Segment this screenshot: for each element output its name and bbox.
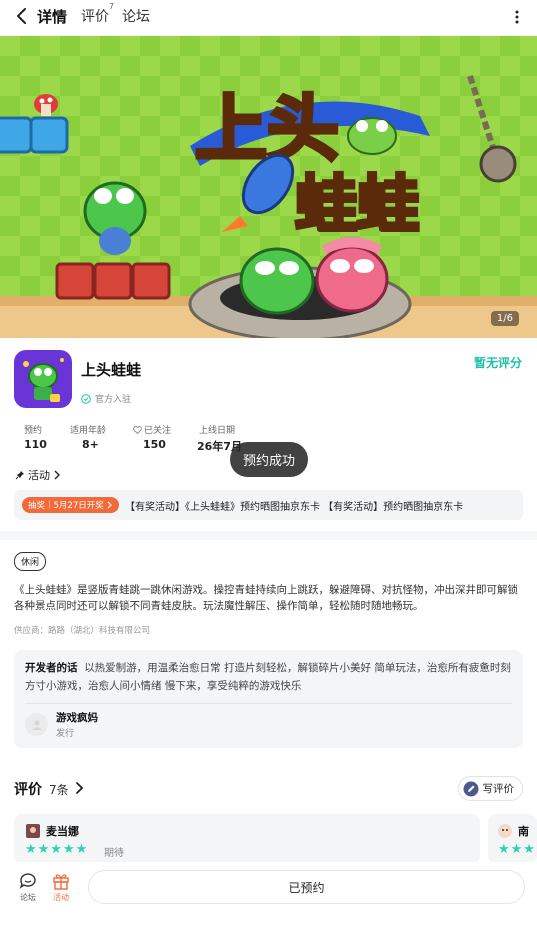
stat-label-followers-group: 已关注 <box>133 423 171 436</box>
top-nav: 详情 评价 7 论坛 <box>0 0 537 34</box>
activity-banner[interactable]: 抽奖｜5月27日开奖 【有奖活动】《上头蛙蛙》预约晒图抽京东卡 【有奖活动】预约… <box>14 490 523 520</box>
developer-avatar[interactable] <box>25 713 48 736</box>
banner-artwork: 上头 蛙蛙 <box>0 36 537 338</box>
official-label: 官方入驻 <box>95 395 132 405</box>
chevron-right-icon[interactable] <box>74 780 86 796</box>
app-icon <box>14 350 72 408</box>
supplier-info: 供应商：路路（湖北）科技有限公司 <box>14 626 151 636</box>
activity-header[interactable]: 活动 <box>15 467 61 483</box>
more-options-icon[interactable] <box>509 8 525 26</box>
app-name: 上头蛙蛙 <box>81 361 142 379</box>
tab-details[interactable]: 详情 <box>37 6 68 27</box>
review-card[interactable]: 南 ★★★ <box>488 814 537 864</box>
write-review-button[interactable]: 写评价 <box>458 776 523 801</box>
developer-words-label: 开发者的话 <box>25 662 78 674</box>
reserved-button[interactable]: 已预约 <box>88 870 525 904</box>
stat-value-reserve: 110 <box>24 438 47 451</box>
stat-label-launch: 上线日期 <box>199 426 236 436</box>
banner-page-indicator: 1/6 <box>490 311 519 326</box>
section-divider <box>0 531 537 540</box>
review-stars: ★★★ <box>498 842 536 857</box>
stat-label-age: 适用年龄 <box>70 426 107 436</box>
avatar-icon <box>31 720 42 730</box>
game-detail-page: 详情 评价 7 论坛 上头 蛙蛙 1/6 上头蛙蛙 官方入驻 暂无评分 预约 1… <box>0 0 537 926</box>
developer-words-card: 开发者的话 以热爱制游，用温柔治愈日常 打造片刻轻松，解锁碎片小美好 简单玩法，… <box>14 650 523 748</box>
tab-reviews[interactable]: 评价 7 <box>81 2 114 26</box>
activity-title: 活动 <box>28 469 50 482</box>
review-stars: ★★★★★ <box>25 842 89 857</box>
reviews-title: 评价 <box>14 782 42 798</box>
game-description: 《上头蛙蛙》是竖版青蛙跳一跳休闲游戏。操控青蛙持续向上跳跃，躲避障碍、对抗怪物，… <box>14 584 518 612</box>
banner-carousel[interactable]: 上头 蛙蛙 1/6 <box>0 36 537 338</box>
review-card[interactable]: 麦当娜 ★★★★★ 期待 <box>14 814 480 864</box>
stat-label-followers: 已关注 <box>144 426 172 436</box>
reviewer-avatar <box>26 824 40 838</box>
bottom-action-bar: 论坛 活动 已预约 <box>0 862 537 926</box>
genre-tag[interactable]: 休闲 <box>14 552 47 571</box>
toast-message: 预约成功 <box>230 442 308 477</box>
write-review-icon <box>463 781 479 797</box>
rating-label: 暂无评分 <box>473 356 522 370</box>
activity-text: 【有奖活动】《上头蛙蛙》预约晒图抽京东卡 【有奖活动】预约晒图抽京东卡 <box>125 502 464 513</box>
reviewer-name: 南 <box>518 825 529 838</box>
developer-name[interactable]: 游戏疯妈 <box>56 710 98 725</box>
chevron-right-icon <box>54 470 60 480</box>
review-tag: 期待 <box>104 848 124 859</box>
official-badge: 官方入驻 <box>81 392 131 405</box>
stat-label-reserve: 预约 <box>24 426 43 436</box>
lottery-badge-label: 抽奖｜5月27日开奖 <box>28 501 104 511</box>
verified-icon <box>81 393 91 404</box>
reviewer-name: 麦当娜 <box>46 825 79 838</box>
forum-label: 论坛 <box>20 893 36 902</box>
activity-label: 活动 <box>53 893 69 902</box>
stat-value-age: 8+ <box>82 438 99 451</box>
back-arrow-icon[interactable] <box>12 6 32 26</box>
gift-icon <box>53 874 69 890</box>
tab-reviews-count: 7 <box>108 2 114 11</box>
tab-forum[interactable]: 论坛 <box>122 6 150 26</box>
write-review-label: 写评价 <box>482 783 515 795</box>
activity-button[interactable]: 活动 <box>46 872 76 903</box>
developer-words: 开发者的话 以热爱制游，用温柔治愈日常 打造片刻轻松，解锁碎片小美好 简单玩法，… <box>25 659 515 695</box>
chevron-right-icon <box>107 501 112 509</box>
divider <box>25 703 512 704</box>
chat-bubble-icon <box>19 873 36 889</box>
lottery-badge: 抽奖｜5月27日开奖 <box>22 497 119 513</box>
heart-icon <box>133 425 142 434</box>
developer-role: 发行 <box>56 729 75 739</box>
reviews-count[interactable]: 7条 <box>49 781 69 798</box>
forum-button[interactable]: 论坛 <box>13 872 43 903</box>
stat-value-followers: 150 <box>143 438 166 451</box>
pin-icon <box>15 471 24 480</box>
developer-words-text: 以热爱制游，用温柔治愈日常 打造片刻轻松，解锁碎片小美好 简单玩法，治愈所有疲惫… <box>25 662 511 692</box>
reviewer-avatar <box>498 824 512 838</box>
banner-title-line2: 蛙蛙 <box>295 168 419 241</box>
tab-reviews-label: 评价 <box>81 9 109 25</box>
